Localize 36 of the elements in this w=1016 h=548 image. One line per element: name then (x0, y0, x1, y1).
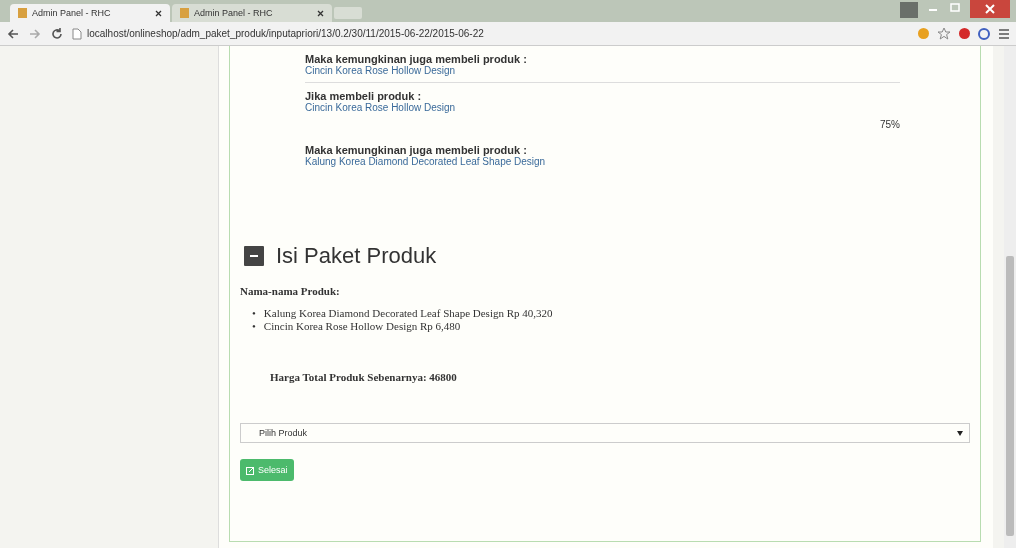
rule-label: Maka kemungkinan juga membeli produk : (305, 53, 528, 65)
bullet-marker: • (252, 307, 256, 320)
rule-label: Maka kemungkinan juga membeli produk : (305, 144, 527, 156)
extension-icon[interactable] (959, 28, 970, 39)
product-item: Kalung Korea Diamond Decorated Leaf Shape Design Rp 40,320 (263, 307, 553, 320)
page-icon (180, 8, 189, 18)
caret-icon (957, 430, 963, 436)
rule-label: Jika membeli produk : (305, 90, 423, 102)
star-icon[interactable] (937, 26, 951, 41)
product-name: Kalung Korea Diamond Decorated Leaf Shape Design (305, 156, 547, 167)
product-select[interactable]: Pilih Produk (240, 423, 970, 443)
product-name: Cincin Korea Rose Hollow Design (305, 102, 457, 113)
minus-square-icon (244, 246, 264, 266)
section-title: Isi Paket Produk (276, 243, 437, 269)
menu-icon[interactable] (998, 27, 1010, 40)
back-icon[interactable] (6, 26, 20, 41)
total-price: Harga Total Produk Sebenarnya: 46800 (270, 371, 458, 383)
close-icon[interactable] (317, 9, 324, 17)
extension-icon[interactable] (978, 27, 990, 40)
confidence-value: 75% (880, 119, 900, 130)
edit-icon (246, 465, 255, 475)
forward-icon[interactable] (28, 26, 42, 41)
product-name: Cincin Korea Rose Hollow Design (305, 65, 457, 76)
close-icon[interactable] (155, 9, 162, 17)
page-icon (72, 27, 82, 40)
tab-title: Admin Panel - RHC (32, 8, 112, 18)
reload-icon[interactable] (50, 26, 64, 41)
browser-tab[interactable]: Admin Panel - RHC (172, 4, 332, 22)
list-heading: Nama-nama Produk: (240, 285, 341, 297)
scrollbar-thumb[interactable] (1006, 256, 1014, 536)
browser-tab[interactable]: Admin Panel - RHC (10, 4, 170, 22)
address-field[interactable]: localhost/onlineshop/adm_paket_produk/inputapriori/13/0.2/30/11/2015-06-22/2015-06-22 (72, 25, 910, 42)
product-item: Cincin Korea Rose Hollow Design Rp 6,480 (263, 320, 461, 333)
bullet-marker: • (252, 320, 256, 333)
page-icon (18, 8, 27, 18)
tab-title: Admin Panel - RHC (194, 8, 274, 18)
